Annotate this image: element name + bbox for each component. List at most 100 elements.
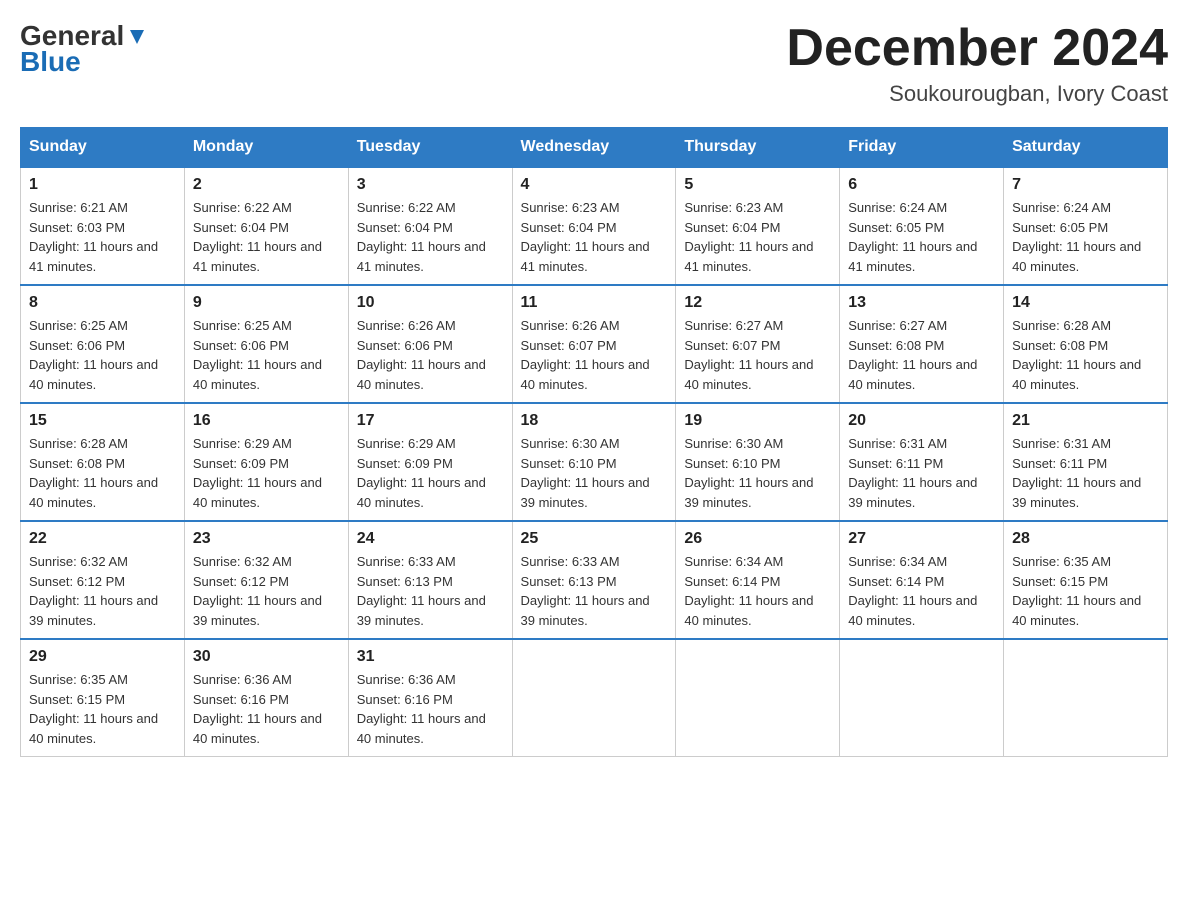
day-number: 31: [357, 648, 504, 666]
calendar-cell: 12 Sunrise: 6:27 AMSunset: 6:07 PMDaylig…: [676, 285, 840, 403]
calendar-cell: 5 Sunrise: 6:23 AMSunset: 6:04 PMDayligh…: [676, 167, 840, 285]
calendar-cell: [512, 639, 676, 757]
calendar-cell: 24 Sunrise: 6:33 AMSunset: 6:13 PMDaylig…: [348, 521, 512, 639]
day-number: 3: [357, 176, 504, 194]
calendar-week-row-4: 22 Sunrise: 6:32 AMSunset: 6:12 PMDaylig…: [21, 521, 1168, 639]
day-info: Sunrise: 6:27 AMSunset: 6:08 PMDaylight:…: [848, 316, 995, 394]
logo-blue-text: Blue: [20, 46, 148, 78]
day-number: 24: [357, 530, 504, 548]
calendar-cell: 8 Sunrise: 6:25 AMSunset: 6:06 PMDayligh…: [21, 285, 185, 403]
page-header: General Blue December 2024 Soukourougban…: [20, 20, 1168, 107]
day-info: Sunrise: 6:36 AMSunset: 6:16 PMDaylight:…: [357, 670, 504, 748]
calendar-cell: [1004, 639, 1168, 757]
day-number: 2: [193, 176, 340, 194]
day-number: 8: [29, 294, 176, 312]
day-info: Sunrise: 6:25 AMSunset: 6:06 PMDaylight:…: [193, 316, 340, 394]
col-header-thursday: Thursday: [676, 128, 840, 168]
day-info: Sunrise: 6:34 AMSunset: 6:14 PMDaylight:…: [684, 552, 831, 630]
calendar-cell: 7 Sunrise: 6:24 AMSunset: 6:05 PMDayligh…: [1004, 167, 1168, 285]
day-number: 30: [193, 648, 340, 666]
calendar-cell: 1 Sunrise: 6:21 AMSunset: 6:03 PMDayligh…: [21, 167, 185, 285]
day-info: Sunrise: 6:25 AMSunset: 6:06 PMDaylight:…: [29, 316, 176, 394]
calendar-cell: 11 Sunrise: 6:26 AMSunset: 6:07 PMDaylig…: [512, 285, 676, 403]
col-header-sunday: Sunday: [21, 128, 185, 168]
calendar-week-row-2: 8 Sunrise: 6:25 AMSunset: 6:06 PMDayligh…: [21, 285, 1168, 403]
calendar-cell: 6 Sunrise: 6:24 AMSunset: 6:05 PMDayligh…: [840, 167, 1004, 285]
col-header-friday: Friday: [840, 128, 1004, 168]
day-info: Sunrise: 6:36 AMSunset: 6:16 PMDaylight:…: [193, 670, 340, 748]
day-number: 5: [684, 176, 831, 194]
day-number: 1: [29, 176, 176, 194]
day-number: 26: [684, 530, 831, 548]
day-number: 12: [684, 294, 831, 312]
calendar-cell: 27 Sunrise: 6:34 AMSunset: 6:14 PMDaylig…: [840, 521, 1004, 639]
day-info: Sunrise: 6:23 AMSunset: 6:04 PMDaylight:…: [684, 198, 831, 276]
calendar-cell: 20 Sunrise: 6:31 AMSunset: 6:11 PMDaylig…: [840, 403, 1004, 521]
calendar-cell: 19 Sunrise: 6:30 AMSunset: 6:10 PMDaylig…: [676, 403, 840, 521]
calendar-cell: 31 Sunrise: 6:36 AMSunset: 6:16 PMDaylig…: [348, 639, 512, 757]
calendar-cell: 2 Sunrise: 6:22 AMSunset: 6:04 PMDayligh…: [184, 167, 348, 285]
day-info: Sunrise: 6:26 AMSunset: 6:06 PMDaylight:…: [357, 316, 504, 394]
calendar-cell: 13 Sunrise: 6:27 AMSunset: 6:08 PMDaylig…: [840, 285, 1004, 403]
calendar-cell: 29 Sunrise: 6:35 AMSunset: 6:15 PMDaylig…: [21, 639, 185, 757]
month-title: December 2024: [786, 20, 1168, 77]
calendar-cell: [676, 639, 840, 757]
calendar-cell: 17 Sunrise: 6:29 AMSunset: 6:09 PMDaylig…: [348, 403, 512, 521]
day-number: 11: [521, 294, 668, 312]
day-number: 28: [1012, 530, 1159, 548]
day-number: 13: [848, 294, 995, 312]
day-info: Sunrise: 6:28 AMSunset: 6:08 PMDaylight:…: [29, 434, 176, 512]
day-number: 22: [29, 530, 176, 548]
title-block: December 2024 Soukourougban, Ivory Coast: [786, 20, 1168, 107]
calendar-cell: 30 Sunrise: 6:36 AMSunset: 6:16 PMDaylig…: [184, 639, 348, 757]
logo: General Blue: [20, 20, 148, 78]
day-info: Sunrise: 6:26 AMSunset: 6:07 PMDaylight:…: [521, 316, 668, 394]
calendar-cell: 4 Sunrise: 6:23 AMSunset: 6:04 PMDayligh…: [512, 167, 676, 285]
col-header-wednesday: Wednesday: [512, 128, 676, 168]
day-number: 17: [357, 412, 504, 430]
day-info: Sunrise: 6:33 AMSunset: 6:13 PMDaylight:…: [521, 552, 668, 630]
day-info: Sunrise: 6:34 AMSunset: 6:14 PMDaylight:…: [848, 552, 995, 630]
day-info: Sunrise: 6:24 AMSunset: 6:05 PMDaylight:…: [848, 198, 995, 276]
calendar-cell: 26 Sunrise: 6:34 AMSunset: 6:14 PMDaylig…: [676, 521, 840, 639]
calendar-table: SundayMondayTuesdayWednesdayThursdayFrid…: [20, 127, 1168, 757]
day-info: Sunrise: 6:33 AMSunset: 6:13 PMDaylight:…: [357, 552, 504, 630]
calendar-cell: 25 Sunrise: 6:33 AMSunset: 6:13 PMDaylig…: [512, 521, 676, 639]
day-number: 25: [521, 530, 668, 548]
day-info: Sunrise: 6:28 AMSunset: 6:08 PMDaylight:…: [1012, 316, 1159, 394]
calendar-cell: 23 Sunrise: 6:32 AMSunset: 6:12 PMDaylig…: [184, 521, 348, 639]
day-info: Sunrise: 6:31 AMSunset: 6:11 PMDaylight:…: [848, 434, 995, 512]
calendar-cell: 10 Sunrise: 6:26 AMSunset: 6:06 PMDaylig…: [348, 285, 512, 403]
calendar-cell: 16 Sunrise: 6:29 AMSunset: 6:09 PMDaylig…: [184, 403, 348, 521]
calendar-week-row-3: 15 Sunrise: 6:28 AMSunset: 6:08 PMDaylig…: [21, 403, 1168, 521]
calendar-week-row-5: 29 Sunrise: 6:35 AMSunset: 6:15 PMDaylig…: [21, 639, 1168, 757]
day-info: Sunrise: 6:32 AMSunset: 6:12 PMDaylight:…: [29, 552, 176, 630]
day-info: Sunrise: 6:32 AMSunset: 6:12 PMDaylight:…: [193, 552, 340, 630]
day-number: 21: [1012, 412, 1159, 430]
day-number: 6: [848, 176, 995, 194]
calendar-week-row-1: 1 Sunrise: 6:21 AMSunset: 6:03 PMDayligh…: [21, 167, 1168, 285]
day-info: Sunrise: 6:23 AMSunset: 6:04 PMDaylight:…: [521, 198, 668, 276]
calendar-cell: 22 Sunrise: 6:32 AMSunset: 6:12 PMDaylig…: [21, 521, 185, 639]
day-info: Sunrise: 6:24 AMSunset: 6:05 PMDaylight:…: [1012, 198, 1159, 276]
calendar-cell: 14 Sunrise: 6:28 AMSunset: 6:08 PMDaylig…: [1004, 285, 1168, 403]
calendar-cell: 3 Sunrise: 6:22 AMSunset: 6:04 PMDayligh…: [348, 167, 512, 285]
day-number: 19: [684, 412, 831, 430]
col-header-monday: Monday: [184, 128, 348, 168]
day-info: Sunrise: 6:27 AMSunset: 6:07 PMDaylight:…: [684, 316, 831, 394]
day-info: Sunrise: 6:21 AMSunset: 6:03 PMDaylight:…: [29, 198, 176, 276]
calendar-cell: 15 Sunrise: 6:28 AMSunset: 6:08 PMDaylig…: [21, 403, 185, 521]
day-number: 23: [193, 530, 340, 548]
calendar-cell: 18 Sunrise: 6:30 AMSunset: 6:10 PMDaylig…: [512, 403, 676, 521]
day-info: Sunrise: 6:22 AMSunset: 6:04 PMDaylight:…: [193, 198, 340, 276]
day-number: 10: [357, 294, 504, 312]
day-number: 27: [848, 530, 995, 548]
day-number: 20: [848, 412, 995, 430]
day-info: Sunrise: 6:35 AMSunset: 6:15 PMDaylight:…: [29, 670, 176, 748]
day-number: 18: [521, 412, 668, 430]
col-header-saturday: Saturday: [1004, 128, 1168, 168]
day-info: Sunrise: 6:29 AMSunset: 6:09 PMDaylight:…: [357, 434, 504, 512]
calendar-cell: 9 Sunrise: 6:25 AMSunset: 6:06 PMDayligh…: [184, 285, 348, 403]
col-header-tuesday: Tuesday: [348, 128, 512, 168]
day-number: 4: [521, 176, 668, 194]
